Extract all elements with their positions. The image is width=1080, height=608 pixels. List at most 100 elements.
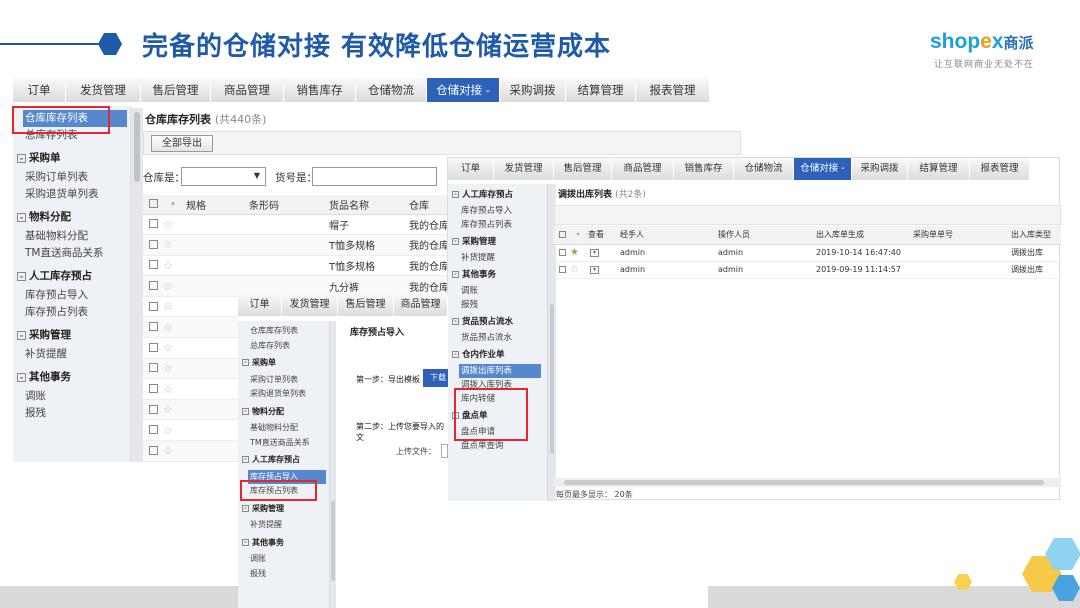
tab-9[interactable]: 报表管理 [636,78,710,102]
star-icon[interactable]: ☆ [163,441,183,462]
sidebar-item[interactable]: 货品预占流水 [459,331,541,345]
sidebar-item[interactable]: 基础物料分配 [23,228,127,245]
tab-3[interactable]: 商品管理 [394,294,448,316]
sidebar-item[interactable]: 调账 [459,284,541,298]
sidebar-group[interactable]: - 采购管理 [452,235,542,249]
collapse-icon[interactable]: - [452,271,459,278]
tab-2[interactable]: 售后管理 [554,158,612,180]
sidebar-item[interactable]: 总库存列表 [248,339,326,354]
sidebar-item[interactable]: 补货提醒 [23,346,127,363]
collapse-icon[interactable]: - [242,407,249,415]
checkbox-icon[interactable] [148,199,158,209]
sidebar-item[interactable]: TM直送商品关系 [23,245,127,262]
sidebar-group[interactable]: - 采购单 [17,150,129,167]
sidebar-item[interactable]: 调账 [23,388,127,405]
tab-3[interactable]: 商品管理 [612,158,674,180]
tab-2[interactable]: 售后管理 [338,294,394,316]
sidebar-group[interactable]: - 人工库存预占 [452,188,542,202]
tab-0[interactable]: 订单 [13,78,66,102]
column-header[interactable]: 经手人 [618,226,716,244]
sidebar-item[interactable]: 调拨出库列表 [459,364,541,378]
column-header[interactable]: 货品名称 [326,195,406,214]
checkbox-icon[interactable] [148,301,158,311]
sidebar-group[interactable]: - 仓内作业单 [452,348,542,362]
collapse-icon[interactable]: - [17,372,26,382]
star-icon[interactable]: ☆ [570,261,586,278]
sidebar-group[interactable]: - 采购管理 [242,502,328,517]
collapse-icon[interactable]: - [452,318,459,325]
sidebar-group[interactable]: - 其他事务 [242,536,328,551]
download-template-button[interactable]: 下载 [423,369,448,387]
checkbox-icon[interactable] [148,322,158,332]
star-icon[interactable]: ★ [570,244,586,261]
collapse-icon[interactable]: - [242,456,249,463]
column-header[interactable]: 出入库单生成 [814,226,911,244]
sidebar-group[interactable]: - 货品预占流水 [452,315,542,329]
checkbox-icon[interactable] [558,231,566,239]
column-header[interactable]: 采购单单号 [911,226,1009,244]
table-row[interactable]: ☆ T恤多规格 我的仓库 [143,255,458,276]
collapse-icon[interactable]: - [242,359,249,366]
tab-5[interactable]: 仓储物流 [734,158,794,180]
table-row[interactable]: ☆ ▾ admin admin 2019-09-19 11:14:57 调拨出库 [554,261,1061,278]
checkbox-icon[interactable] [148,260,158,270]
star-icon[interactable]: ☆ [163,235,183,256]
tab-3[interactable]: 商品管理 [211,78,284,102]
column-header[interactable]: 操作人员 [716,226,814,244]
sidebar-group[interactable]: - 人工库存预占 [17,268,129,285]
tab-7[interactable]: 采购调拨 [500,78,566,102]
tab-6[interactable]: 仓储对接 - [794,158,852,180]
tab-0[interactable]: 订单 [238,294,282,316]
star-icon[interactable]: ☆ [163,399,183,420]
tab-1[interactable]: 发货管理 [494,158,554,180]
sidebar-item[interactable]: TM直送商品关系 [248,436,326,451]
collapse-icon[interactable]: - [452,351,459,358]
sidebar-item[interactable]: 报残 [23,405,127,422]
star-icon[interactable]: ☆ [163,379,183,400]
checkbox-icon[interactable] [558,249,566,256]
sidebar-item[interactable]: 仓库库存列表 [248,324,326,339]
collapse-icon[interactable]: - [17,153,26,163]
sidebar-group[interactable]: - 物料分配 [242,405,328,420]
tab-4[interactable]: 销售库存 [674,158,734,180]
checkbox-icon[interactable] [558,266,566,273]
sidebar-group[interactable]: - 采购管理 [17,327,129,344]
collapse-icon[interactable]: - [242,538,249,546]
view-icon[interactable]: ▾ [590,248,599,257]
sidebar-scrollbar[interactable] [330,321,336,608]
tab-4[interactable]: 销售库存 [284,78,356,102]
tab-5[interactable]: 仓储物流 [356,78,427,102]
checkbox-icon[interactable] [148,281,158,291]
collapse-icon[interactable]: - [17,271,26,281]
sidebar-scrollbar[interactable] [131,108,143,462]
sidebar-group[interactable]: - 其他事务 [452,268,542,282]
sidebar-item[interactable]: 库存预占导入 [459,204,541,218]
checkbox-icon[interactable] [148,445,158,455]
sidebar-group[interactable]: - 其他事务 [17,369,129,386]
tab-1[interactable]: 发货管理 [66,78,141,102]
sidebar-item[interactable]: 补货提醒 [459,251,541,265]
checkbox-icon[interactable] [148,342,158,352]
tab-7[interactable]: 采购调拨 [852,158,908,180]
collapse-icon[interactable]: - [242,504,249,512]
export-all-button[interactable]: 全部导出 [151,135,213,152]
collapse-icon[interactable]: - [17,212,26,222]
checkbox-icon[interactable] [148,384,158,394]
table-row[interactable]: ★ ▾ admin admin 2019-10-14 16:47:40 调拨出库 [554,244,1061,261]
sidebar-item[interactable]: 库存预占列表 [23,304,127,321]
upload-file-input[interactable] [441,444,448,458]
sidebar-item[interactable]: 调账 [248,552,326,567]
sidebar-item[interactable]: 报残 [248,567,326,582]
sidebar-item[interactable]: 采购订单列表 [248,373,326,388]
sidebar-group[interactable]: - 采购单 [242,356,328,371]
sidebar-item[interactable]: 库存预占导入 [23,287,127,304]
sidebar-item[interactable]: 补货提醒 [248,518,326,533]
sidebar-group[interactable]: - 物料分配 [17,209,129,226]
warehouse-select[interactable]: ▼ [181,167,266,186]
tab-6[interactable]: 仓储对接 - [427,78,500,102]
sidebar-item[interactable]: 盘点单查询 [459,439,541,453]
collapse-icon[interactable]: - [452,191,459,198]
collapse-icon[interactable]: - [17,330,26,340]
column-header[interactable]: 出入库类型 [1009,226,1061,244]
sku-input[interactable] [312,167,437,186]
